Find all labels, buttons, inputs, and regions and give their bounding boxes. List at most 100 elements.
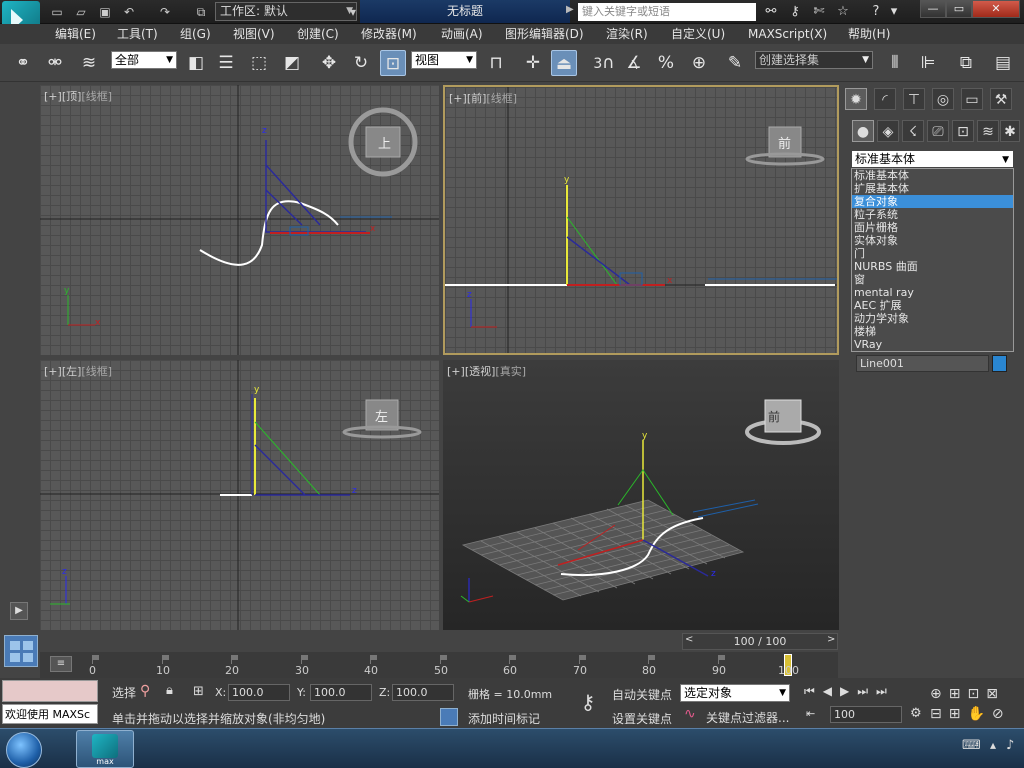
playback-controls[interactable]: ⏮◀▶⏭⏭ bbox=[804, 684, 944, 700]
select-scale-icon[interactable]: ⊡ bbox=[380, 50, 406, 76]
front-viewport-label[interactable]: [+][前][线框] bbox=[449, 90, 517, 106]
help-menu-icon[interactable]: ▾ bbox=[888, 3, 900, 21]
left-viewport-label[interactable]: [+][左][线框] bbox=[44, 363, 112, 379]
help-icon[interactable]: ? bbox=[866, 3, 886, 21]
bind-spacewarp-icon[interactable]: ≋ bbox=[76, 50, 102, 76]
shapes-category-icon[interactable]: ◈ bbox=[877, 120, 899, 142]
key-filters-button[interactable]: 关键点过滤器... bbox=[706, 709, 789, 726]
top-vp-mode[interactable]: [线框] bbox=[81, 90, 112, 103]
primitive-option[interactable]: VRay bbox=[852, 338, 1013, 351]
viewport-left[interactable]: y z z 左 [+][左][线框] bbox=[40, 360, 439, 630]
star-icon[interactable]: ☆ bbox=[833, 3, 853, 21]
primitive-category-dropdown[interactable]: 标准基本体 bbox=[851, 150, 1014, 168]
set-key-button[interactable]: 设置关键点 bbox=[612, 710, 672, 727]
front-vp-mode[interactable]: [线框] bbox=[486, 92, 517, 105]
selection-filter-dropdown[interactable]: 全部 bbox=[111, 51, 177, 69]
pivot-center-icon[interactable]: ⊓ bbox=[483, 50, 509, 76]
workspace-dropdown[interactable]: 工作区: 默认 bbox=[215, 2, 357, 21]
maxscript-listener-pink[interactable] bbox=[2, 680, 98, 702]
select-move-icon[interactable]: ✥ bbox=[316, 50, 342, 76]
close-button[interactable]: ✕ bbox=[972, 0, 1020, 18]
primitive-option[interactable]: 窗 bbox=[852, 273, 1013, 286]
systems-category-icon[interactable]: ✱ bbox=[1000, 120, 1020, 142]
primitive-option[interactable]: NURBS 曲面 bbox=[852, 260, 1013, 273]
menu-edit[interactable]: 编辑(E) bbox=[55, 26, 96, 42]
menu-modifiers[interactable]: 修改器(M) bbox=[361, 26, 417, 42]
lights-category-icon[interactable]: ☇ bbox=[902, 120, 924, 142]
maximize-button[interactable]: ▭ bbox=[946, 0, 972, 18]
time-config-icon[interactable]: ⚙ bbox=[910, 706, 922, 721]
menu-help[interactable]: 帮助(H) bbox=[848, 26, 890, 42]
absolute-mode-icon[interactable]: ⊞ bbox=[193, 684, 204, 699]
key-filter-curve-icon[interactable]: ∿ bbox=[684, 706, 696, 722]
left-viewcube-label[interactable]: 左 bbox=[375, 406, 388, 425]
search-expand-icon[interactable]: ▶ bbox=[566, 4, 574, 15]
persp-viewport-label[interactable]: [+][透视][真实] bbox=[447, 363, 526, 379]
unlink-icon[interactable]: ⚮ bbox=[42, 50, 68, 76]
isolate-selection-icon[interactable]: ⚲ bbox=[140, 683, 150, 699]
key-mode-toggle-icon[interactable]: ⇤ bbox=[806, 707, 815, 720]
menu-rendering[interactable]: 渲染(R) bbox=[606, 26, 648, 42]
primitive-option[interactable]: 面片栅格 bbox=[852, 221, 1013, 234]
select-rotate-icon[interactable]: ↻ bbox=[348, 50, 374, 76]
key-mode-dropdown[interactable]: 选定对象 bbox=[680, 684, 790, 702]
keyboard-tray-icon[interactable]: ⌨ bbox=[962, 738, 981, 753]
auto-key-button[interactable]: 自动关键点 bbox=[612, 686, 672, 703]
display-tab-icon[interactable]: ▭ bbox=[961, 88, 983, 110]
spinner-snap-icon[interactable]: ⊕ bbox=[686, 50, 712, 76]
redo-icon[interactable]: ↷ bbox=[156, 3, 174, 21]
select-by-name-icon[interactable]: ☰ bbox=[213, 50, 239, 76]
maxscript-listener-input[interactable]: 欢迎使用 MAXSc bbox=[2, 704, 98, 724]
persp-viewcube-label[interactable]: 前 bbox=[768, 408, 780, 425]
select-manipulate-icon[interactable]: ✛ bbox=[520, 50, 546, 76]
key-icon[interactable]: ⚷ bbox=[785, 3, 805, 21]
primitive-option[interactable]: 门 bbox=[852, 247, 1013, 260]
top-vp-name[interactable]: [顶] bbox=[62, 90, 82, 103]
named-selection-set-dropdown[interactable]: 创建选择集 bbox=[755, 51, 873, 69]
primitive-option[interactable]: 楼梯 bbox=[852, 325, 1013, 338]
tools-icon[interactable]: ✄ bbox=[809, 3, 829, 21]
menu-group[interactable]: 组(G) bbox=[180, 26, 211, 42]
menu-animation[interactable]: 动画(A) bbox=[441, 26, 483, 42]
persp-vp-name[interactable]: [透视] bbox=[465, 365, 496, 378]
viewport-layout-icon[interactable] bbox=[4, 635, 38, 667]
hierarchy-tab-icon[interactable]: ⊤ bbox=[903, 88, 925, 110]
reference-coordinate-dropdown[interactable]: 视图 bbox=[411, 51, 477, 69]
minimize-button[interactable]: — bbox=[920, 0, 946, 18]
menu-maxscript[interactable]: MAXScript(X) bbox=[748, 26, 827, 42]
front-vp-name[interactable]: [前] bbox=[467, 92, 487, 105]
left-vp-plus-menu[interactable]: [+] bbox=[44, 365, 62, 378]
window-crossing-icon[interactable]: ◩ bbox=[279, 50, 305, 76]
menu-customize[interactable]: 自定义(U) bbox=[671, 26, 725, 42]
motion-tab-icon[interactable]: ◎ bbox=[932, 88, 954, 110]
add-time-tag[interactable]: 添加时间标记 bbox=[468, 710, 540, 727]
viewport-perspective[interactable]: y z 前 [+][透视][真实] bbox=[443, 360, 839, 630]
primitive-option[interactable]: 实体对象 bbox=[852, 234, 1013, 247]
spacewarps-category-icon[interactable]: ≋ bbox=[977, 120, 999, 142]
open-file-icon[interactable]: ▱ bbox=[72, 3, 90, 21]
primitive-option[interactable]: 标准基本体 bbox=[852, 169, 1013, 182]
snaps-toggle-icon[interactable]: 3∩ bbox=[591, 50, 617, 76]
persp-vp-mode[interactable]: [真实] bbox=[495, 365, 526, 378]
primitive-option[interactable]: AEC 扩展 bbox=[852, 299, 1013, 312]
align-icon[interactable]: ⊫ bbox=[915, 50, 941, 76]
geometry-category-icon[interactable]: ● bbox=[852, 120, 874, 142]
create-tab-icon[interactable]: ✹ bbox=[845, 88, 867, 110]
rectangular-selection-icon[interactable]: ⬚ bbox=[246, 50, 272, 76]
expand-ribbon-icon[interactable]: ▶ bbox=[10, 602, 28, 620]
top-vp-plus-menu[interactable]: [+] bbox=[44, 90, 62, 103]
percent-snap-icon[interactable]: % bbox=[653, 50, 679, 76]
layer-manager-icon[interactable]: ⧉ bbox=[953, 50, 979, 76]
persp-vp-plus-menu[interactable]: [+] bbox=[447, 365, 465, 378]
primitive-option[interactable]: mental ray bbox=[852, 286, 1013, 299]
utilities-tab-icon[interactable]: ⚒ bbox=[990, 88, 1012, 110]
cameras-category-icon[interactable]: ⎚ bbox=[927, 120, 949, 142]
keyboard-shortcut-override-icon[interactable]: ⏏ bbox=[551, 50, 577, 76]
menu-create[interactable]: 创建(C) bbox=[297, 26, 339, 42]
top-viewport-label[interactable]: [+][顶][线框] bbox=[44, 88, 112, 104]
viewport-top[interactable]: z x y x 上 [+][顶][线框] bbox=[40, 85, 439, 355]
left-vp-mode[interactable]: [线框] bbox=[81, 365, 112, 378]
menu-tools[interactable]: 工具(T) bbox=[117, 26, 158, 42]
front-vp-plus-menu[interactable]: [+] bbox=[449, 92, 467, 105]
volume-tray-icon[interactable]: ♪ bbox=[1006, 738, 1014, 753]
